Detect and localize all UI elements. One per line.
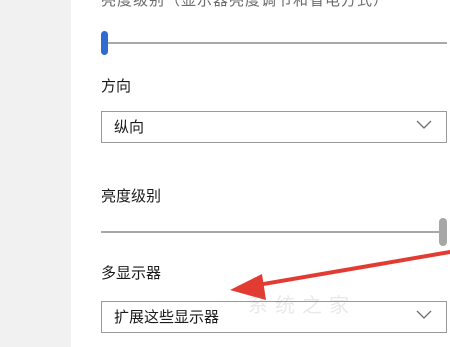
brightness-slider-track [101, 231, 444, 233]
orientation-label: 方向 [101, 77, 132, 95]
multiple-displays-dropdown-value: 扩展这些显示器 [114, 308, 220, 326]
brightness-label: 亮度级别 [101, 187, 162, 205]
orientation-dropdown[interactable]: 纵向 [101, 111, 447, 143]
chevron-down-icon [416, 120, 432, 130]
multiple-displays-label: 多显示器 [101, 264, 162, 282]
top-slider-track [101, 42, 447, 44]
brightness-slider-thumb[interactable] [439, 218, 447, 246]
orientation-dropdown-value: 纵向 [114, 118, 145, 136]
watermark-text: 系统之家 [248, 294, 356, 316]
top-slider-thumb[interactable] [101, 31, 108, 55]
top-cut-off-text: 亮度级别（显示器亮度调节和省电方式） [101, 0, 390, 9]
left-navigation-rail [0, 0, 71, 347]
